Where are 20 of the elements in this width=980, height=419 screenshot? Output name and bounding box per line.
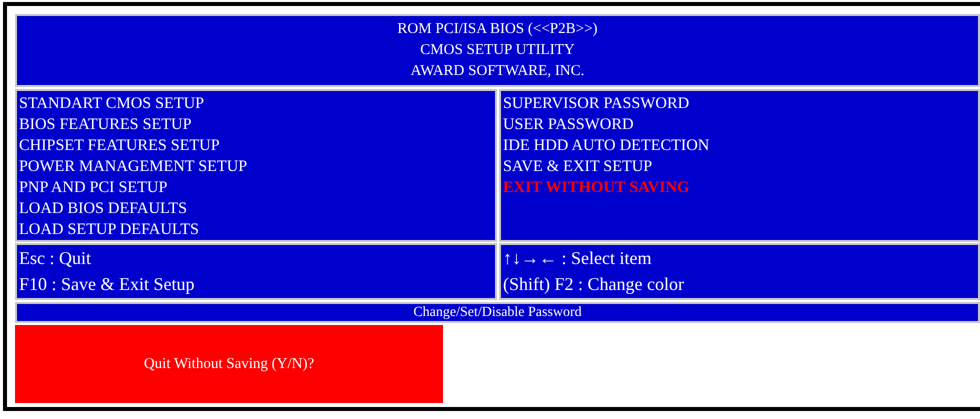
- header-text: AWARD SOFTWARE, INC.: [410, 62, 584, 81]
- menu-item[interactable]: USER PASSWORD: [503, 114, 634, 135]
- menu-item[interactable]: SUPERVISOR PASSWORD: [503, 93, 690, 114]
- header-text: ROM PCI/ISA BIOS (<<P2B>>): [397, 20, 598, 39]
- menu-item[interactable]: LOAD SETUP DEFAULTS: [19, 219, 199, 240]
- menu-item[interactable]: BIOS FEATURES SETUP: [19, 114, 192, 135]
- menu-item[interactable]: CHIPSET FEATURES SETUP: [19, 135, 220, 156]
- key-help-text: (Shift) F2 : Change color: [503, 273, 684, 296]
- menu-item[interactable]: SAVE & EXIT SETUP: [503, 156, 652, 177]
- key-help-text: Esc : Quit: [19, 247, 91, 270]
- status-bar: Change/Set/Disable Password: [15, 302, 980, 323]
- key-help-text: ↑↓→← : Select item: [503, 247, 652, 270]
- header-text: CMOS SETUP UTILITY: [420, 41, 575, 60]
- menu-item[interactable]: LOAD BIOS DEFAULTS: [19, 198, 188, 219]
- prompt-text: Quit Without Saving (Y/N)?: [144, 356, 314, 372]
- key-help-text: F10 : Save & Exit Setup: [19, 273, 194, 296]
- menu-item[interactable]: POWER MANAGEMENT SETUP: [19, 156, 248, 177]
- menu-item[interactable]: PNP AND PCI SETUP: [19, 177, 168, 198]
- menu-item[interactable]: IDE HDD AUTO DETECTION: [503, 135, 710, 156]
- menu-item[interactable]: STANDART CMOS SETUP: [19, 93, 204, 114]
